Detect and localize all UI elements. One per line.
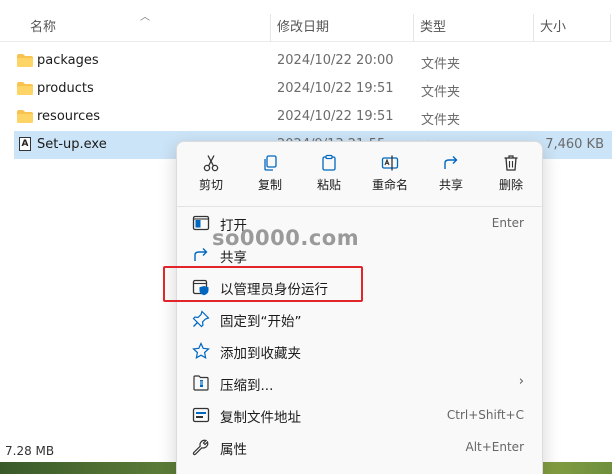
copy-icon xyxy=(264,155,277,171)
copy-label: 复制 xyxy=(257,178,282,192)
menu-item-compress-to[interactable]: 压缩到... › xyxy=(183,368,538,398)
menu-item-shortcut: Enter xyxy=(491,216,524,230)
rename-button[interactable]: 重命名 xyxy=(362,152,418,200)
menu-item-pin-to-start[interactable]: 固定到“开始” xyxy=(183,304,538,334)
file-name: resources xyxy=(37,109,101,124)
share-icon xyxy=(194,248,208,261)
status-selected-size: 7.28 MB xyxy=(5,444,55,458)
menu-item-label: 复制文件地址 xyxy=(220,410,301,426)
annotation-highlight-box xyxy=(163,266,363,302)
menu-item-shortcut: Ctrl+Shift+C xyxy=(446,408,524,422)
column-type-header[interactable]: 类型 xyxy=(420,20,446,40)
file-name: Set-up.exe xyxy=(37,137,107,152)
delete-button[interactable]: 删除 xyxy=(483,152,539,200)
delete-label: 删除 xyxy=(498,178,523,192)
sort-chevron-icon: ︿ xyxy=(140,12,150,23)
quick-action-bar: 剪切 复制 粘贴 重命名 共享 删除 xyxy=(177,142,544,206)
menu-divider xyxy=(177,206,544,207)
file-date: 2024/10/22 19:51 xyxy=(277,81,394,96)
column-name-header[interactable]: 名称 xyxy=(30,20,56,40)
watermark-text: so0000.com xyxy=(212,226,360,250)
menu-item-label: 压缩到... xyxy=(220,378,274,394)
copy-button[interactable]: 复制 xyxy=(242,152,298,200)
menu-item-add-to-favorites[interactable]: 添加到收藏夹 xyxy=(183,336,538,366)
menu-item-label: 添加到收藏夹 xyxy=(220,346,301,362)
cut-label: 剪切 xyxy=(198,178,223,192)
paste-label: 粘贴 xyxy=(316,178,341,192)
file-type: 文件夹 xyxy=(421,57,461,72)
share-icon xyxy=(444,156,458,169)
rename-icon xyxy=(381,155,399,171)
share-button[interactable]: 共享 xyxy=(423,152,479,200)
file-type: 文件夹 xyxy=(421,113,461,128)
menu-item-shortcut: Alt+Enter xyxy=(465,440,524,454)
column-divider[interactable] xyxy=(270,14,271,42)
folder-icon xyxy=(17,54,33,67)
column-size-header[interactable]: 大小 xyxy=(540,20,566,40)
menu-item-label: 属性 xyxy=(220,442,247,458)
menu-item-label: 固定到“开始” xyxy=(220,314,302,330)
file-type: 文件夹 xyxy=(421,85,461,100)
pin-icon xyxy=(192,310,210,328)
open-window-icon xyxy=(192,215,210,231)
star-icon xyxy=(192,342,210,359)
menu-item-copy-as-path[interactable]: 复制文件地址 Ctrl+Shift+C xyxy=(183,400,538,430)
rename-label: 重命名 xyxy=(371,178,408,192)
file-name: packages xyxy=(37,53,99,68)
share-label: 共享 xyxy=(438,178,463,192)
file-date: 2024/10/22 19:51 xyxy=(277,109,394,124)
folder-icon xyxy=(17,82,33,95)
file-date: 2024/10/22 20:00 xyxy=(277,53,394,68)
file-row-resources[interactable]: resources 2024/10/22 19:51 文件夹 xyxy=(14,103,612,131)
exe-icon: A xyxy=(19,137,31,151)
file-row-packages[interactable]: packages 2024/10/22 20:00 文件夹 xyxy=(14,47,612,75)
menu-item-properties[interactable]: 属性 Alt+Enter xyxy=(183,432,538,462)
wrench-icon xyxy=(192,439,209,456)
column-date-header[interactable]: 修改日期 xyxy=(277,20,329,40)
trash-icon xyxy=(504,155,518,171)
scissors-icon xyxy=(203,155,219,172)
cut-button[interactable]: 剪切 xyxy=(183,152,239,200)
zip-icon xyxy=(193,375,209,391)
context-menu: 剪切 复制 粘贴 重命名 共享 删除 打开 Enter 共享 以管理员身份运行 … xyxy=(176,141,544,474)
column-header: ︿ 名称 修改日期 类型 大小 xyxy=(0,0,612,42)
column-divider[interactable] xyxy=(610,14,611,42)
folder-icon xyxy=(17,110,33,123)
file-row-products[interactable]: products 2024/10/22 19:51 文件夹 xyxy=(14,75,612,103)
chevron-right-icon: › xyxy=(518,374,524,389)
paste-icon xyxy=(322,154,336,171)
file-size: 7,460 KB xyxy=(545,137,604,152)
file-name: products xyxy=(37,81,94,96)
paste-button[interactable]: 粘贴 xyxy=(301,152,357,200)
column-divider[interactable] xyxy=(533,14,534,42)
copy-path-icon xyxy=(192,407,210,423)
column-divider[interactable] xyxy=(413,14,414,42)
